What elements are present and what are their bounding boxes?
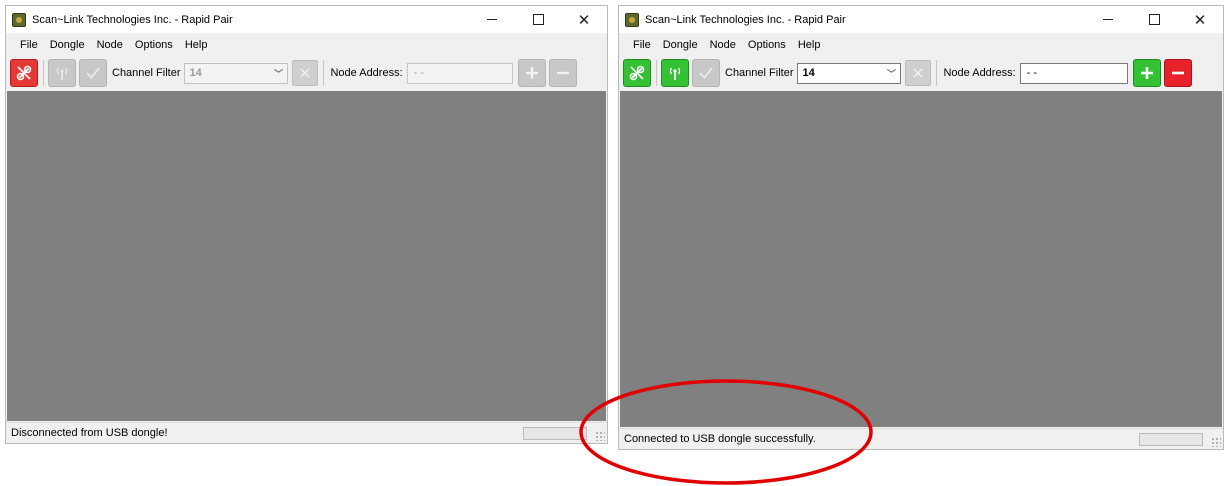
channel-filter-select[interactable]: 14 ﹀ [184, 62, 289, 84]
confirm-button[interactable] [692, 59, 720, 87]
window-controls: ✕ [1085, 6, 1223, 33]
menu-node[interactable]: Node [91, 39, 129, 51]
connect-toggle-button[interactable] [623, 59, 651, 87]
channel-filter-select[interactable]: 14 ﹀ [797, 62, 902, 84]
channel-filter-value: 14 [802, 66, 815, 79]
chevron-down-icon: ﹀ [886, 68, 896, 79]
chevron-down-icon: ﹀ [273, 68, 283, 79]
menu-node[interactable]: Node [704, 39, 742, 51]
scan-antenna-button[interactable] [661, 59, 689, 87]
toolbar-separator [43, 60, 44, 86]
menu-help[interactable]: Help [179, 39, 214, 51]
channel-filter-value: 14 [189, 66, 202, 79]
unlink-icon [16, 65, 32, 81]
minus-icon [1171, 71, 1184, 75]
menu-options[interactable]: Options [129, 39, 179, 51]
menu-bar: File Dongle Node Options Help [6, 35, 607, 55]
scan-antenna-button[interactable] [48, 59, 76, 87]
channel-filter-label: Channel Filter [725, 67, 794, 79]
add-node-button[interactable] [517, 59, 546, 87]
window-title: Scan~Link Technologies Inc. - Rapid Pair [32, 13, 233, 26]
unlink-icon [629, 65, 645, 81]
channel-filter-label: Channel Filter [112, 67, 181, 79]
menu-bar: File Dongle Node Options Help [619, 35, 1223, 55]
remove-node-button[interactable] [1163, 59, 1192, 87]
close-icon [301, 68, 310, 78]
toolbar: Channel Filter 14 ﹀ Node Address: - - [619, 57, 1223, 89]
close-icon [914, 68, 923, 78]
clear-channel-button[interactable] [292, 60, 319, 86]
checkmark-icon [699, 67, 713, 79]
title-bar: Scan~Link Technologies Inc. - Rapid Pair… [6, 6, 607, 33]
checkmark-icon [86, 67, 100, 79]
node-address-input[interactable]: - - [406, 62, 513, 84]
connect-toggle-button[interactable] [10, 59, 38, 87]
confirm-button[interactable] [79, 59, 107, 87]
menu-dongle[interactable]: Dongle [44, 39, 91, 51]
toolbar: Channel Filter 14 ﹀ Node Address: - - [6, 57, 607, 89]
menu-options[interactable]: Options [742, 39, 792, 51]
toolbar-separator [936, 60, 938, 86]
menu-help[interactable]: Help [792, 39, 827, 51]
window-controls: ✕ [469, 6, 607, 33]
node-list-area[interactable] [7, 91, 606, 421]
app-logo-icon [625, 12, 639, 27]
node-list-area[interactable] [620, 91, 1222, 427]
node-address-input[interactable]: - - [1019, 62, 1128, 84]
status-message: Disconnected from USB dongle! [11, 427, 168, 439]
plus-icon [525, 67, 538, 79]
title-bar: Scan~Link Technologies Inc. - Rapid Pair… [619, 6, 1223, 33]
menu-file[interactable]: File [627, 39, 657, 51]
window-title: Scan~Link Technologies Inc. - Rapid Pair [645, 13, 846, 26]
minus-icon [556, 71, 569, 75]
maximize-icon[interactable] [515, 6, 561, 33]
toolbar-separator [323, 60, 325, 86]
status-progress-bar [1139, 433, 1203, 446]
minimize-icon[interactable] [469, 6, 515, 33]
clear-channel-button[interactable] [905, 60, 932, 86]
rapid-pair-window-disconnected: Scan~Link Technologies Inc. - Rapid Pair… [5, 5, 608, 444]
minimize-icon[interactable] [1085, 6, 1131, 33]
close-icon[interactable]: ✕ [561, 6, 607, 33]
menu-file[interactable]: File [14, 39, 44, 51]
plus-icon [1140, 67, 1153, 79]
antenna-icon [56, 67, 68, 80]
status-bar: Disconnected from USB dongle! [6, 422, 607, 443]
node-address-label: Node Address: [330, 67, 403, 79]
toolbar-separator [656, 60, 657, 86]
resize-grip-icon[interactable] [1211, 437, 1221, 447]
antenna-icon [669, 67, 681, 80]
remove-node-button[interactable] [548, 59, 577, 87]
app-logo-icon [12, 12, 26, 27]
add-node-button[interactable] [1132, 59, 1161, 87]
close-icon[interactable]: ✕ [1177, 6, 1223, 33]
menu-dongle[interactable]: Dongle [657, 39, 704, 51]
node-address-label: Node Address: [943, 67, 1016, 79]
highlight-annotation [579, 379, 873, 485]
maximize-icon[interactable] [1131, 6, 1177, 33]
